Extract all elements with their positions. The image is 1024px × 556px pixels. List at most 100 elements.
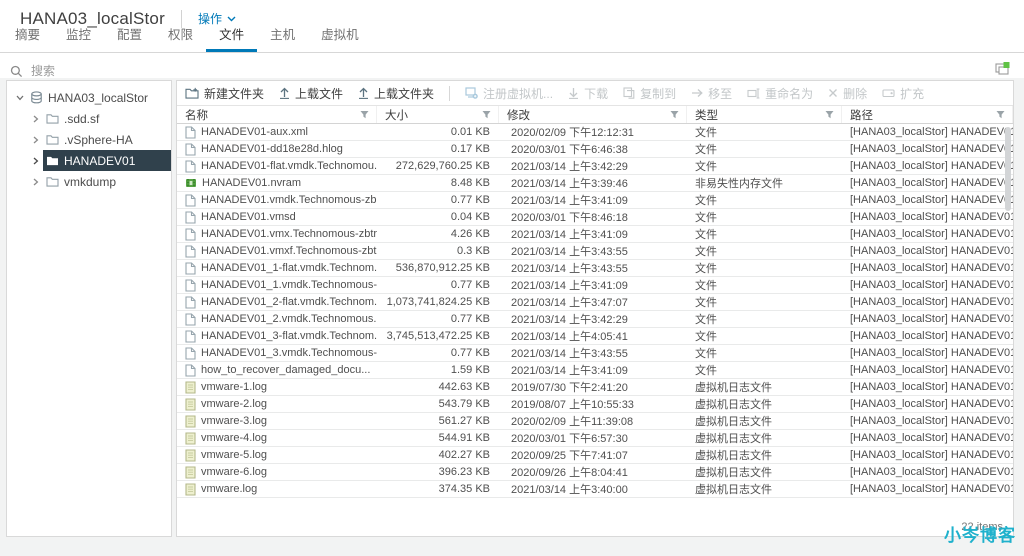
file-path: [HANA03_localStor] HANADEV01/HAN... [842, 345, 1013, 361]
filter-icon[interactable] [996, 110, 1005, 119]
table-row[interactable]: HANADEV01-aux.xml0.01 KB2020/02/09 下午12:… [177, 124, 1013, 141]
column-header-4[interactable]: 类型 [687, 106, 842, 123]
table-row[interactable]: HANADEV01.vmxf.Technomous-zbt...0.3 KB20… [177, 243, 1013, 260]
vertical-scrollbar[interactable] [1005, 127, 1011, 211]
table-row[interactable]: HANADEV01_3.vmdk.Technomous-...0.77 KB20… [177, 345, 1013, 362]
table-row[interactable]: HANADEV01.vmx.Technomous-zbtr...4.26 KB2… [177, 226, 1013, 243]
toolbar-button-new-folder[interactable]: 新建文件夹 [185, 85, 264, 102]
table-row[interactable]: HANADEV01-flat.vmdk.Technomou...272,629,… [177, 158, 1013, 175]
file-icon [185, 279, 196, 292]
toolbar-button-label: 重命名为 [765, 85, 813, 102]
move-icon [691, 88, 703, 98]
table-row[interactable]: HANADEV01_2-flat.vmdk.Technom...1,073,74… [177, 294, 1013, 311]
table-row[interactable]: HANADEV01_1.vmdk.Technomous-...0.77 KB20… [177, 277, 1013, 294]
tab-3[interactable]: 配置 [104, 24, 155, 52]
table-row[interactable]: vmware-4.log544.91 KB2020/03/01 下午6:57:3… [177, 430, 1013, 447]
new-folder-icon [185, 87, 199, 99]
search-icon [10, 65, 23, 78]
rename-icon [747, 88, 760, 99]
table-row[interactable]: vmware-1.log442.63 KB2019/07/30 下午2:41:2… [177, 379, 1013, 396]
file-size: 0.17 KB [377, 141, 499, 157]
file-size: 8.48 KB [377, 175, 499, 191]
file-name: HANADEV01_3.vmdk.Technomous-... [201, 347, 377, 359]
register-vm-icon [465, 87, 478, 99]
file-modified: 2021/03/14 上午3:42:29 [499, 311, 687, 327]
toolbar-button-inflate[interactable]: 扩充 [882, 85, 924, 102]
table-row[interactable]: HANADEV01_2.vmdk.Technomous...0.77 KB202… [177, 311, 1013, 328]
tree-item-hanadev01[interactable]: HANADEV01 [7, 150, 171, 171]
file-icon [185, 313, 196, 326]
table-row[interactable]: HANADEV01_3-flat.vmdk.Technom...3,745,51… [177, 328, 1013, 345]
file-name: vmware-2.log [201, 398, 267, 410]
filter-icon[interactable] [482, 110, 491, 119]
file-type: 文件 [687, 124, 842, 140]
file-name: HANADEV01.vmdk.Technomous-zb... [201, 194, 377, 206]
log-icon [185, 398, 196, 411]
toolbar-button-register-vm[interactable]: 注册虚拟机... [465, 85, 553, 102]
tab-2[interactable]: 监控 [53, 24, 104, 52]
column-header-1[interactable]: 名称 [177, 106, 377, 123]
column-header-3[interactable]: 修改 [499, 106, 687, 123]
file-modified: 2020/02/09 上午11:39:08 [499, 413, 687, 429]
toolbar-button-label: 复制到 [640, 85, 676, 102]
file-modified: 2020/09/26 上午8:04:41 [499, 464, 687, 480]
toolbar-button-rename[interactable]: 重命名为 [747, 85, 813, 102]
toolbar-button-label: 下载 [584, 85, 608, 102]
toolbar-button-label: 扩充 [900, 85, 924, 102]
tab-1[interactable]: 摘要 [2, 24, 53, 52]
filter-icon[interactable] [360, 110, 369, 119]
datastore-tree: HANA03_localStor.sdd.sf.vSphere-HAHANADE… [6, 80, 172, 537]
file-size: 402.27 KB [377, 447, 499, 463]
tree-item--vsphere-ha[interactable]: .vSphere-HA [7, 129, 171, 150]
table-row[interactable]: vmware-2.log543.79 KB2019/08/07 上午10:55:… [177, 396, 1013, 413]
file-size: 0.77 KB [377, 345, 499, 361]
filter-icon[interactable] [670, 110, 679, 119]
tab-5[interactable]: 文件 [206, 24, 257, 52]
table-row[interactable]: HANADEV01.vmsd0.04 KB2020/03/01 下午8:46:1… [177, 209, 1013, 226]
toolbar-button-upload[interactable]: 上载文件 [279, 85, 343, 102]
tree-item-vmkdump[interactable]: vmkdump [7, 171, 171, 192]
tree-root-datastore[interactable]: HANA03_localStor [7, 87, 171, 108]
item-count: 22 items [961, 521, 1003, 533]
toolbar-button-move[interactable]: 移至 [691, 85, 732, 102]
tab-6[interactable]: 主机 [257, 24, 308, 52]
file-size: 4.26 KB [377, 226, 499, 242]
toolbar-button-upload[interactable]: 上载文件夹 [358, 85, 434, 102]
file-path: [HANA03_localStor] HANADEV01/HAN... [842, 277, 1013, 293]
file-type: 文件 [687, 243, 842, 259]
tab-7[interactable]: 虚拟机 [308, 24, 372, 52]
tree-item--sdd-sf[interactable]: .sdd.sf [7, 108, 171, 129]
file-type: 虚拟机日志文件 [687, 413, 842, 429]
table-row[interactable]: HANADEV01-dd18e28d.hlog0.17 KB2020/03/01… [177, 141, 1013, 158]
column-header-5[interactable]: 路径 [842, 106, 1013, 123]
file-name: HANADEV01.vmsd [201, 211, 296, 223]
toolbar-button-download[interactable]: 下载 [568, 85, 608, 102]
open-new-window-icon[interactable] [995, 61, 1010, 75]
file-icon [185, 262, 196, 275]
file-size: 1,073,741,824.25 KB [377, 294, 499, 310]
file-size: 442.63 KB [377, 379, 499, 395]
file-type: 文件 [687, 226, 842, 242]
file-name: how_to_recover_damaged_docu... [201, 364, 370, 376]
upload-icon [279, 87, 290, 99]
table-row[interactable]: vmware-3.log561.27 KB2020/02/09 上午11:39:… [177, 413, 1013, 430]
tab-4[interactable]: 权限 [155, 24, 206, 52]
table-row[interactable]: HANADEV01_1-flat.vmdk.Technom...536,870,… [177, 260, 1013, 277]
toolbar-button-delete[interactable]: 删除 [828, 85, 867, 102]
table-row[interactable]: HANADEV01.vmdk.Technomous-zb...0.77 KB20… [177, 192, 1013, 209]
folder-icon [46, 134, 59, 145]
table-row[interactable]: vmware.log374.35 KB2021/03/14 上午3:40:00虚… [177, 481, 1013, 498]
file-modified: 2021/03/14 上午3:41:09 [499, 192, 687, 208]
table-row[interactable]: vmware-5.log402.27 KB2020/09/25 下午7:41:0… [177, 447, 1013, 464]
filter-icon[interactable] [825, 110, 834, 119]
file-icon [185, 296, 196, 309]
file-name: vmware-1.log [201, 381, 267, 393]
toolbar-button-copy[interactable]: 复制到 [623, 85, 676, 102]
column-header-2[interactable]: 大小 [377, 106, 499, 123]
table-row[interactable]: HANADEV01.nvram8.48 KB2021/03/14 上午3:39:… [177, 175, 1013, 192]
column-header-label: 大小 [385, 107, 408, 123]
file-type: 文件 [687, 192, 842, 208]
datastore-icon-sm [30, 91, 43, 104]
table-row[interactable]: how_to_recover_damaged_docu...1.59 KB202… [177, 362, 1013, 379]
table-row[interactable]: vmware-6.log396.23 KB2020/09/26 上午8:04:4… [177, 464, 1013, 481]
